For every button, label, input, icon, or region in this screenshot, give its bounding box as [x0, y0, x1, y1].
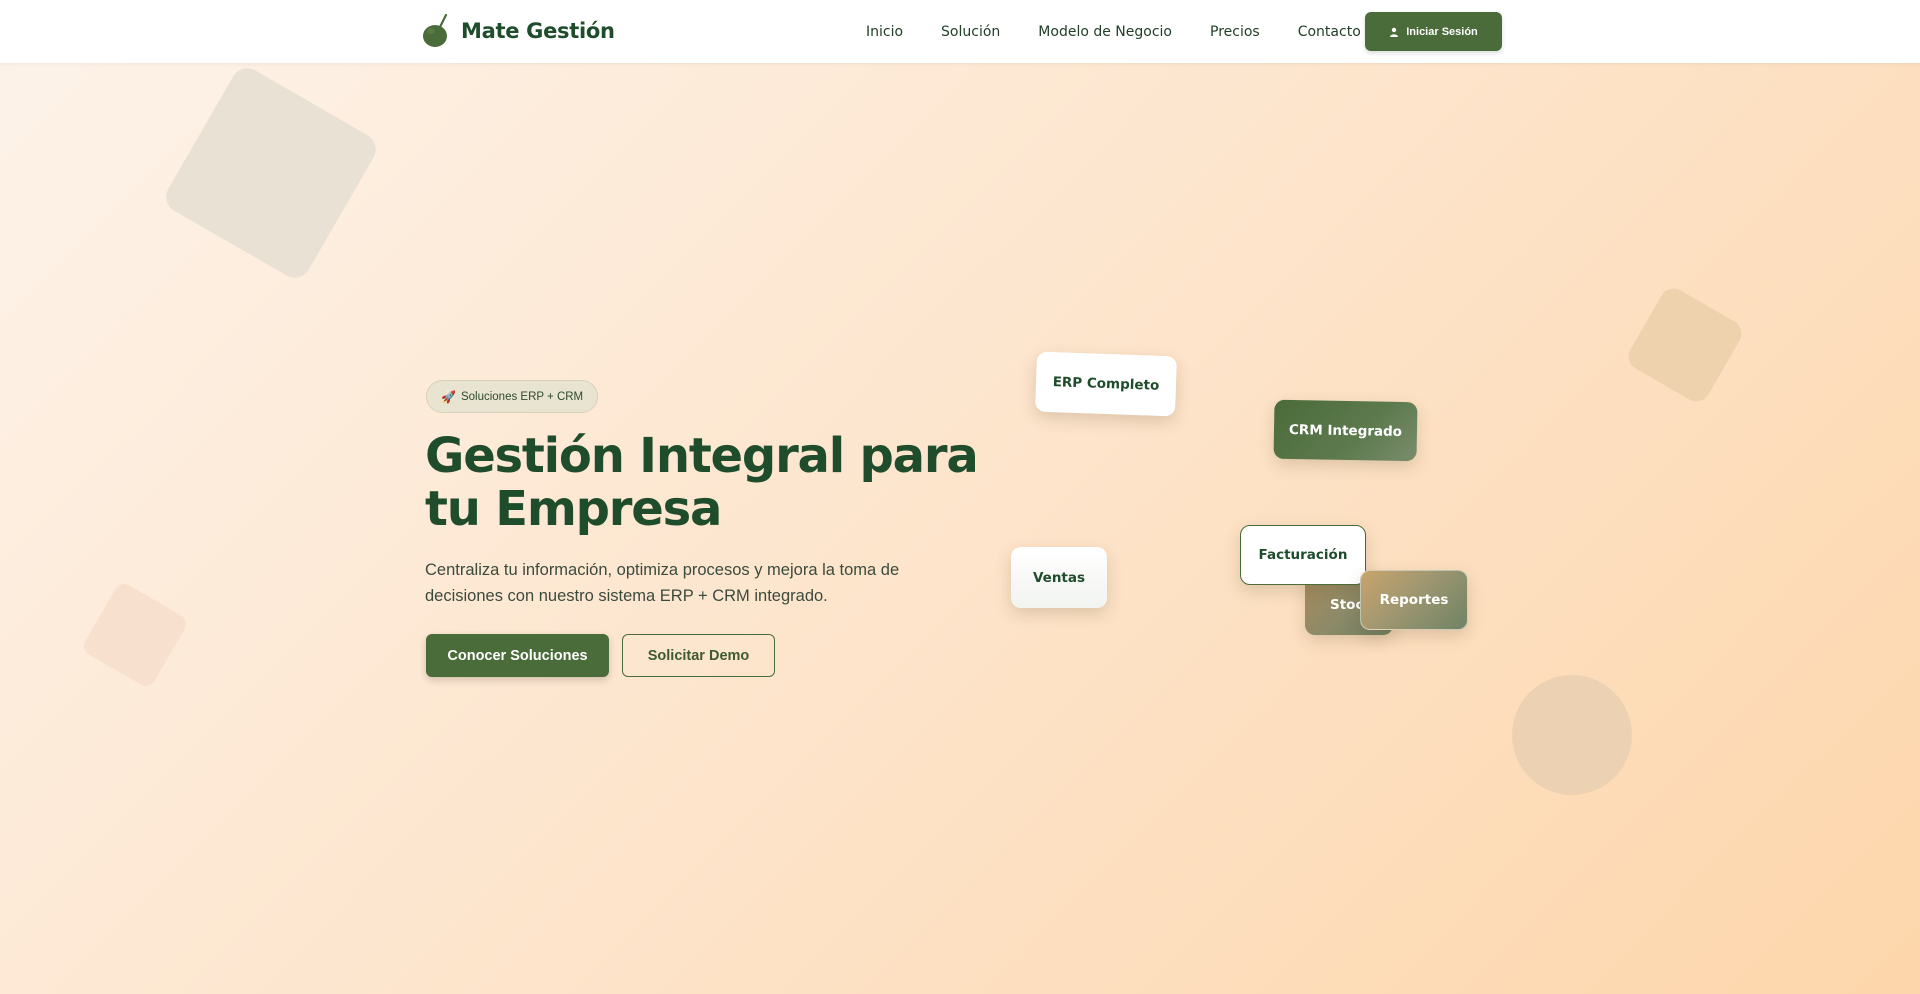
decorative-square — [160, 62, 382, 284]
card-erp-completo: ERP Completo — [1034, 351, 1178, 417]
nav-links: Inicio Solución Modelo de Negocio Precio… — [866, 0, 1361, 63]
decorative-square — [80, 580, 190, 690]
nav-link-solucion[interactable]: Solución — [941, 24, 1000, 40]
conocer-soluciones-button[interactable]: Conocer Soluciones — [426, 634, 609, 677]
nav-link-contacto[interactable]: Contacto — [1298, 24, 1361, 40]
login-button[interactable]: Iniciar Sesión — [1365, 12, 1502, 51]
nav-link-modelo-de-negocio[interactable]: Modelo de Negocio — [1038, 24, 1172, 40]
hero-description: Centraliza tu información, optimiza proc… — [425, 561, 900, 605]
nav-link-precios[interactable]: Precios — [1210, 24, 1260, 40]
brand-name: Mate Gestión — [461, 19, 615, 43]
solicitar-demo-button[interactable]: Solicitar Demo — [622, 634, 775, 677]
card-reportes: Reportes — [1360, 570, 1468, 630]
hero-badge-text: Soluciones ERP + CRM — [460, 390, 584, 403]
rocket-icon: 🚀 — [441, 389, 456, 404]
navbar: Mate Gestión Inicio Solución Modelo de N… — [0, 0, 1920, 63]
hero-title-line1: Gestión Integral para — [425, 428, 979, 484]
decorative-circle — [1512, 675, 1632, 795]
card-facturacion: Facturación — [1240, 525, 1366, 585]
card-ventas: Ventas — [1011, 547, 1107, 608]
nav-link-inicio[interactable]: Inicio — [866, 24, 903, 40]
login-button-label: Iniciar Sesión — [1406, 25, 1478, 38]
card-crm-integrado: CRM Integrado — [1273, 399, 1418, 462]
mate-logo-icon — [421, 14, 451, 48]
hero-title: Gestión Integral para tu Empresa — [425, 430, 985, 536]
brand[interactable]: Mate Gestión — [421, 13, 615, 49]
hero-title-line2: tu Empresa — [425, 481, 722, 537]
user-icon — [1389, 27, 1399, 37]
decorative-square — [1623, 283, 1747, 407]
hero-badge: 🚀 Soluciones ERP + CRM — [426, 380, 599, 413]
